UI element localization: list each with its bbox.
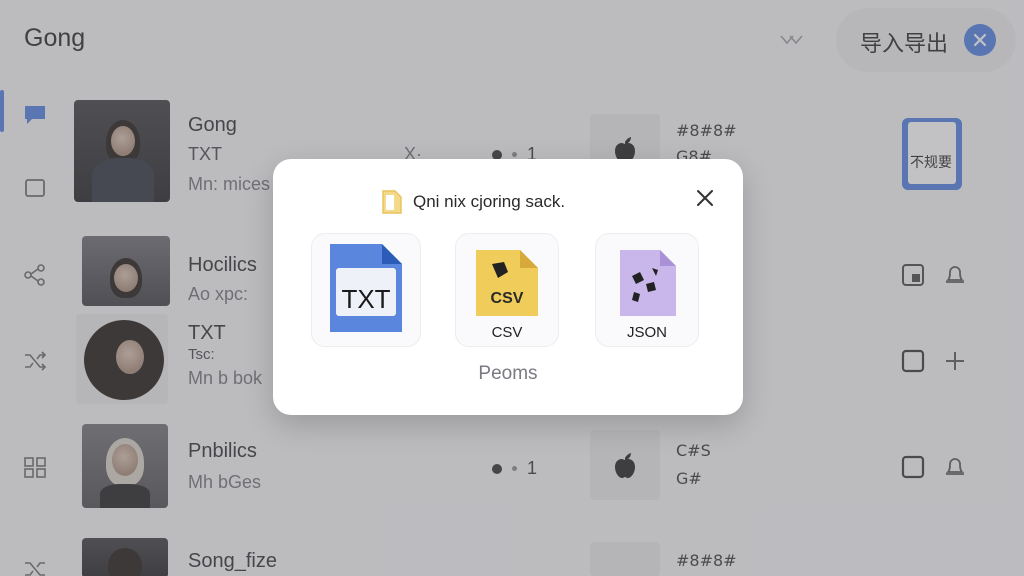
app-window: Gong 导入导出 Gong TXT Mn: mices X· 1 #8#8# … [0, 0, 1024, 576]
close-icon[interactable] [693, 186, 717, 210]
format-label-txt: TXT [341, 284, 391, 314]
json-file-icon [620, 250, 676, 316]
format-label-json: JSON [626, 324, 667, 341]
dialog-footer-text: Peoms [478, 363, 538, 384]
format-option-json[interactable]: JSON [595, 233, 699, 347]
format-label-csv: CSV [491, 324, 523, 341]
dialog-title: Qni nix cjoring sack. [413, 192, 566, 211]
format-option-csv[interactable]: CSV CSV [455, 233, 559, 347]
document-icon [382, 190, 402, 214]
export-dialog: Qni nix cjoring sack. TXT CSV CSV JSON P… [273, 159, 743, 415]
format-option-txt[interactable]: TXT [311, 233, 421, 347]
csv-badge: CSV [490, 290, 524, 307]
